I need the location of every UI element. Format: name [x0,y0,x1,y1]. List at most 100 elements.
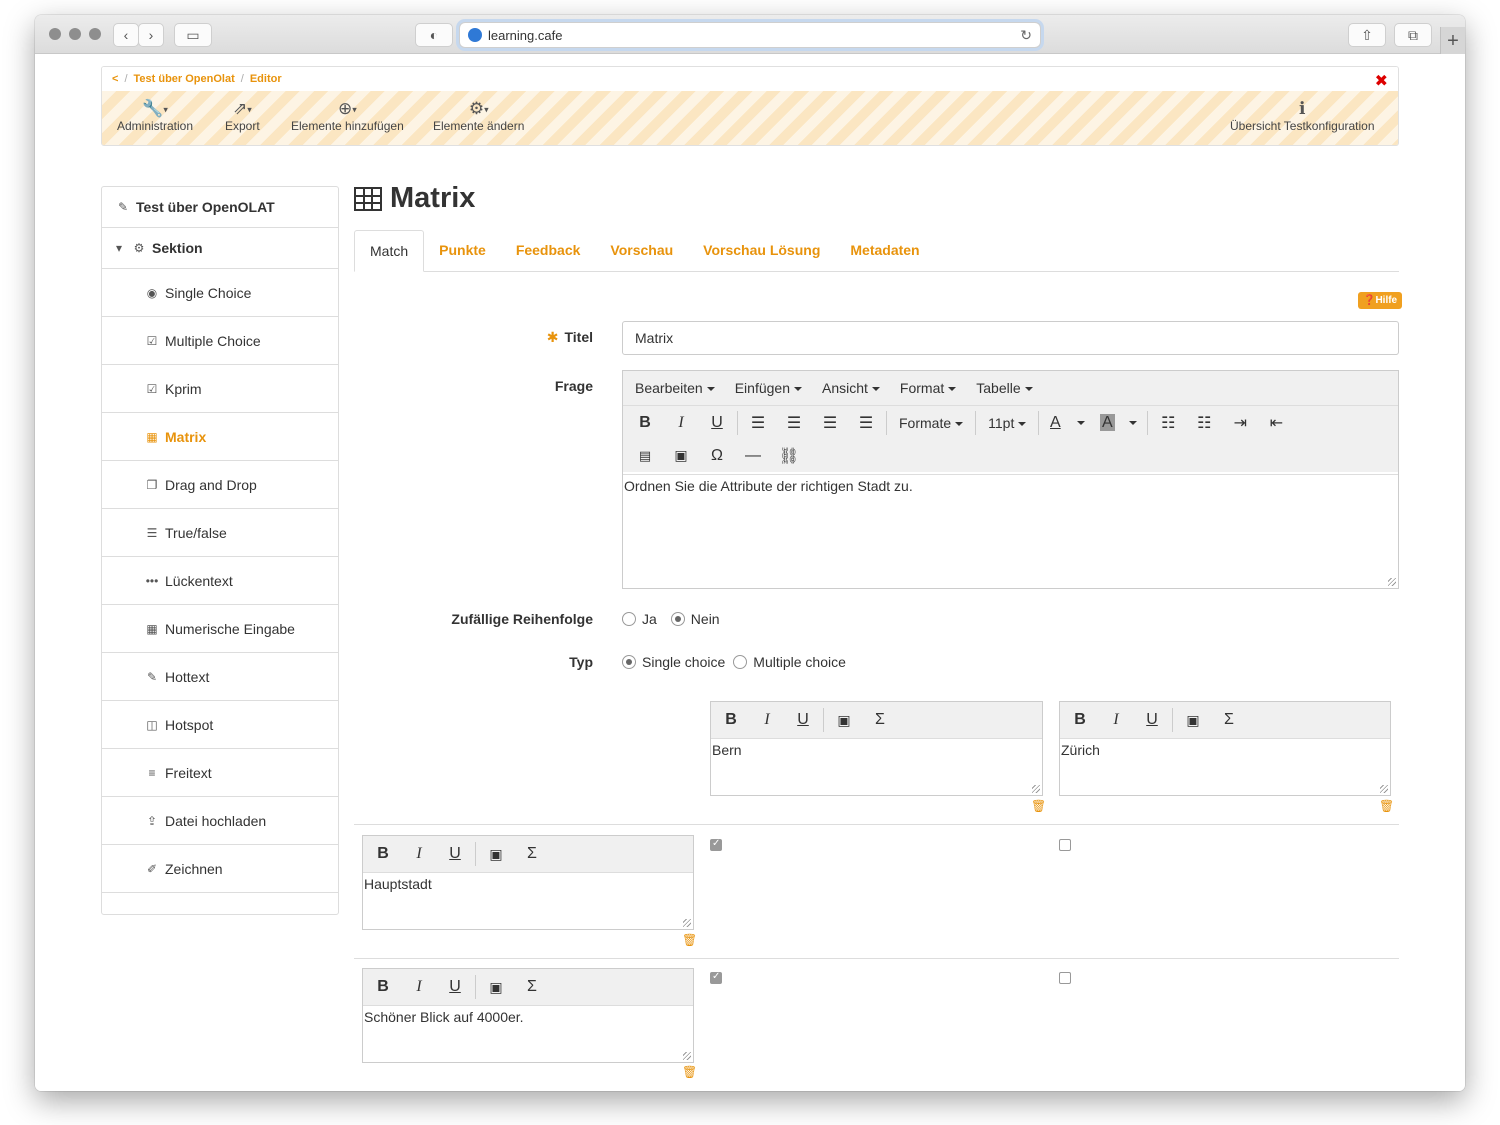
formula-icon[interactable]: Σ [862,711,898,729]
back-button[interactable]: ‹ [113,23,139,47]
tree-item-matrix[interactable]: ▦ Matrix [102,413,338,461]
bold-icon[interactable]: B [365,978,401,996]
outdent-icon[interactable]: ⇤ [1258,413,1294,433]
minimize-window-button[interactable] [69,28,81,40]
bullet-list-icon[interactable]: ☷ [1150,413,1186,433]
zoom-window-button[interactable] [89,28,101,40]
type-multiple-radio[interactable]: Multiple choice [733,654,846,670]
type-single-radio[interactable]: Single choice [622,654,725,670]
reload-icon[interactable]: ↻ [1020,27,1032,44]
tree-item-single-choice[interactable]: ◉ Single Choice [102,269,338,317]
image-icon[interactable]: ▣ [1175,712,1211,729]
resize-handle[interactable] [1380,785,1388,793]
breadcrumb-current[interactable]: Editor [250,73,282,85]
tree-root[interactable]: ✎ Test über OpenOLAT [102,187,338,228]
italic-icon[interactable]: I [401,978,437,996]
background-color-icon[interactable]: A [1093,413,1121,432]
underline-icon[interactable]: U [1134,711,1170,729]
menu-einfuegen[interactable]: Einfügen [727,380,810,396]
text-color-icon[interactable]: A [1041,414,1069,432]
matrix-checkbox-r2-c1[interactable] [710,971,722,984]
image-icon[interactable]: ▣ [826,712,862,729]
tab-vorschau-loesung[interactable]: Vorschau Lösung [688,230,835,271]
align-justify-icon[interactable]: ☰ [740,413,776,433]
tree-item-lueckentext[interactable]: ••• Lückentext [102,557,338,605]
breadcrumb-back-link[interactable]: < [112,73,118,85]
numbered-list-icon[interactable]: ☷ [1186,413,1222,433]
underline-icon[interactable]: U [437,845,473,863]
add-elements-button[interactable]: ⊕▾ Elemente hinzufügen [291,99,404,133]
tree-item-multiple-choice[interactable]: ☑ Multiple Choice [102,317,338,365]
row-text[interactable]: Schöner Blick auf 4000er. [363,1006,693,1025]
trash-icon[interactable]: 🗑 [1379,799,1394,813]
media-icon[interactable]: ▤ [627,448,663,464]
formula-icon[interactable]: Σ [514,978,550,996]
trash-icon[interactable]: 🗑 [682,1065,697,1079]
tree-item-zeichnen[interactable]: ✐ Zeichnen [102,845,338,893]
menu-tabelle[interactable]: Tabelle [968,380,1040,396]
change-elements-button[interactable]: ⚙▾ Elemente ändern [433,99,524,133]
resize-handle[interactable] [1032,785,1040,793]
matrix-checkbox-r1-c2[interactable] [1059,839,1071,851]
close-editor-icon[interactable]: ✖ [1375,71,1388,91]
administration-button[interactable]: 🔧▾ Administration [117,99,193,133]
horizontal-rule-icon[interactable]: — [735,447,771,465]
row-text[interactable]: Hauptstadt [363,873,693,892]
image-icon[interactable]: ▣ [478,846,514,863]
test-overview-button[interactable]: ℹ Übersicht Testkonfiguration [1230,99,1375,133]
tab-vorschau[interactable]: Vorschau [595,230,688,271]
export-button[interactable]: ⇗▾ Export [225,99,260,133]
tree-item-true-false[interactable]: ☰ True/false [102,509,338,557]
tab-match[interactable]: Match [354,230,425,272]
bold-icon[interactable]: B [365,845,401,863]
special-char-icon[interactable]: Ω [699,447,735,465]
italic-icon[interactable]: I [1098,711,1134,729]
align-right-icon[interactable]: ☰ [776,413,812,433]
resize-handle[interactable] [683,919,691,927]
image-icon[interactable]: ▣ [663,447,699,464]
new-tab-button[interactable]: + [1440,27,1465,55]
italic-icon[interactable]: I [663,414,699,432]
title-input[interactable]: Matrix [622,321,1399,355]
tree-section[interactable]: ▾ ⚙ Sektion [102,228,338,269]
menu-format[interactable]: Format [892,380,964,396]
font-size-dropdown[interactable]: 11pt [978,415,1036,431]
link-icon[interactable]: ⛓ [771,446,807,466]
breadcrumb-course-link[interactable]: Test über OpenOlat [134,73,235,85]
bold-icon[interactable]: B [627,414,663,432]
underline-icon[interactable]: U [699,414,735,432]
menu-ansicht[interactable]: Ansicht [814,380,888,396]
align-left-icon[interactable]: ☰ [848,413,884,433]
close-window-button[interactable] [49,28,61,40]
column-text[interactable]: Bern [711,739,1042,758]
address-bar[interactable]: learning.cafe ↻ [459,22,1041,48]
tree-item-datei-hochladen[interactable]: ⇪ Datei hochladen [102,797,338,845]
share-button[interactable]: ⇧ [1348,23,1386,47]
tree-item-hotspot[interactable]: ◫ Hotspot [102,701,338,749]
tabs-overview-button[interactable]: ⧉ [1394,23,1432,47]
resize-handle[interactable] [683,1052,691,1060]
random-yes-radio[interactable]: Ja [622,611,657,627]
help-button[interactable]: ❓Hilfe [1358,292,1403,309]
caret-down-icon[interactable] [1077,420,1086,425]
resize-handle[interactable] [1388,578,1396,586]
tree-item-drag-and-drop[interactable]: ❐ Drag and Drop [102,461,338,509]
trash-icon[interactable]: 🗑 [1031,799,1046,813]
caret-down-icon[interactable] [1129,420,1138,425]
question-text-area[interactable]: Ordnen Sie die Attribute der richtigen S… [623,474,1398,588]
matrix-checkbox-r2-c2[interactable] [1059,972,1071,984]
align-center-icon[interactable]: ☰ [812,413,848,433]
menu-bearbeiten[interactable]: Bearbeiten [627,380,723,396]
tree-item-hottext[interactable]: ✎ Hottext [102,653,338,701]
italic-icon[interactable]: I [749,711,785,729]
tree-item-freitext[interactable]: ≡ Freitext [102,749,338,797]
tree-item-numerische-eingabe[interactable]: ▦ Numerische Eingabe [102,605,338,653]
tab-feedback[interactable]: Feedback [501,230,596,271]
sidebar-toggle-button[interactable]: ▭ [174,23,212,47]
formula-icon[interactable]: Σ [514,845,550,863]
underline-icon[interactable]: U [437,978,473,996]
tab-metadaten[interactable]: Metadaten [835,230,934,271]
formats-dropdown[interactable]: Formate [889,415,973,431]
image-icon[interactable]: ▣ [478,979,514,996]
column-text[interactable]: Zürich [1060,739,1390,758]
